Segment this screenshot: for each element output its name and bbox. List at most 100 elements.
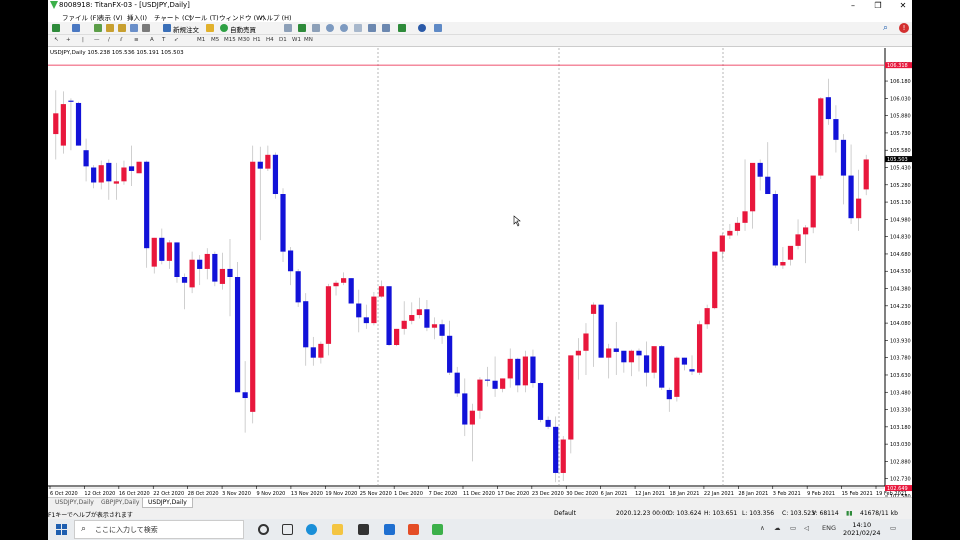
auto-trade-button[interactable]: 自動売買 [230, 24, 256, 34]
arrow-icon[interactable]: ➶ [174, 37, 179, 43]
tab-usdjpy-1[interactable]: USDJPY,Daily [50, 498, 99, 508]
vertical-line-icon[interactable]: | [82, 37, 84, 43]
candle-body-down [765, 176, 771, 195]
candle-body-down [659, 346, 665, 388]
cursor-icon[interactable]: ↖ [54, 37, 59, 43]
bar-chart-icon[interactable] [284, 24, 292, 32]
candle-body-up [60, 104, 66, 146]
trendline-icon[interactable]: / [108, 37, 110, 43]
tf-d1[interactable]: D1 [279, 37, 287, 43]
file-explorer-icon[interactable] [332, 524, 343, 535]
chart-shift-icon[interactable] [368, 24, 376, 32]
office-icon[interactable] [408, 524, 419, 535]
new-order-button[interactable]: 新規注文 [173, 24, 199, 34]
tray-lang[interactable]: ENG [822, 524, 836, 532]
candle-body-up [803, 227, 809, 235]
menu-file[interactable]: ファイル (F) [62, 12, 99, 22]
tile-windows-icon[interactable] [354, 24, 362, 32]
auto-trade-icon[interactable] [220, 24, 228, 32]
menu-view[interactable]: 表示 (V) [98, 12, 123, 22]
tab-gbpjpy[interactable]: GBPJPY,Daily [96, 498, 144, 508]
current-price-tag-label: 105.503 [887, 157, 908, 163]
candlestick-icon[interactable] [298, 24, 306, 32]
menu-chart[interactable]: チャート (C) [154, 12, 192, 22]
autoscroll-icon[interactable] [382, 24, 390, 32]
candle-body-down [363, 317, 369, 324]
tf-m30[interactable]: M30 [238, 37, 250, 43]
notifications-badge[interactable]: ! [899, 23, 909, 33]
edge-icon[interactable] [306, 524, 317, 535]
candle-body-up [674, 357, 680, 397]
candle-body-up [818, 98, 824, 176]
candle-body-up [522, 356, 528, 386]
menu-window[interactable]: ウィンドウ (W) [219, 12, 265, 22]
chart-window[interactable]: 106.330106.180106.030105.880105.730105.5… [48, 48, 912, 500]
tray-chevron-icon[interactable]: ∧ [760, 524, 765, 532]
tray-cloud-icon[interactable]: ☁ [774, 524, 781, 532]
status-bar: F1キーでヘルプが表示されます Default 2020.12.23 00:00… [48, 508, 912, 519]
price-tick-label: 105.580 [890, 148, 911, 154]
price-tick-label: 103.030 [890, 442, 911, 448]
taskbar-clock[interactable]: 14:10 2021/02/24 [843, 521, 880, 537]
menu-tools[interactable]: ツール (T) [188, 12, 219, 22]
notification-center-icon[interactable]: ▭ [890, 524, 896, 532]
text-icon[interactable]: A [150, 37, 154, 43]
templates-icon[interactable] [434, 24, 442, 32]
tester-icon[interactable] [142, 24, 150, 32]
candle-body-down [484, 379, 491, 381]
mt4-taskbar-icon[interactable] [432, 524, 443, 535]
market-watch-icon[interactable] [94, 24, 102, 32]
zoom-in-icon[interactable] [326, 24, 334, 32]
horizontal-line-icon[interactable]: — [94, 37, 100, 43]
crosshair-icon[interactable]: + [66, 37, 71, 43]
tf-m1[interactable]: M1 [197, 37, 205, 43]
candle-body-up [590, 304, 597, 314]
price-chart[interactable]: 106.330106.180106.030105.880105.730105.5… [48, 48, 912, 500]
candle-body-up [394, 328, 400, 346]
menu-bar: ファイル (F) 表示 (V) 挿入(I) チャート (C) ツール (T) ウ… [48, 11, 912, 22]
candle-body-down [106, 162, 112, 182]
tf-w1[interactable]: W1 [292, 37, 301, 43]
meta-editor-icon[interactable] [206, 24, 214, 32]
status-open: O: 103.624 [668, 510, 702, 517]
new-chart-icon[interactable] [52, 24, 60, 32]
terminal-icon[interactable] [130, 24, 138, 32]
channel-icon[interactable]: ⫽ [120, 37, 122, 44]
label-icon[interactable]: T [162, 37, 165, 43]
menu-help[interactable]: ヘルプ (H) [260, 12, 292, 22]
line-chart-icon[interactable] [312, 24, 320, 32]
taskbar-search[interactable]: ⌕ ここに入力して検索 [74, 520, 244, 539]
candle-body-up [378, 286, 385, 297]
data-window-icon[interactable] [106, 24, 114, 32]
windows-start-icon[interactable] [56, 524, 67, 535]
candle-body-down [234, 277, 241, 393]
tf-mn[interactable]: MN [304, 37, 313, 43]
store-icon[interactable] [358, 524, 369, 535]
tf-h4[interactable]: H4 [266, 37, 274, 43]
tray-network-icon[interactable]: ▭ [790, 524, 796, 532]
tray-volume-icon[interactable]: ◁ [804, 524, 809, 532]
close-button[interactable]: ✕ [888, 0, 918, 11]
profiles-icon[interactable] [72, 24, 80, 32]
tf-h1[interactable]: H1 [253, 37, 261, 43]
task-view-icon[interactable] [282, 524, 293, 535]
tf-m5[interactable]: M5 [211, 37, 219, 43]
candle-body-up [250, 161, 256, 412]
fibo-icon[interactable]: ≡ [134, 37, 139, 43]
menu-insert[interactable]: 挿入(I) [127, 12, 147, 22]
tab-usdjpy-2[interactable]: USDJPY,Daily [142, 498, 193, 508]
tf-m15[interactable]: M15 [224, 37, 236, 43]
candle-body-down [91, 167, 97, 183]
candle-body-down [545, 419, 551, 427]
candle-body-down [598, 304, 604, 358]
status-low: L: 103.356 [742, 510, 775, 517]
periods-icon[interactable] [418, 24, 426, 32]
indicators-icon[interactable] [398, 24, 406, 32]
new-order-icon[interactable] [163, 24, 171, 32]
candle-body-down [636, 350, 642, 356]
cortana-icon[interactable] [258, 524, 269, 535]
navigator-icon[interactable] [118, 24, 126, 32]
mail-icon[interactable] [384, 524, 395, 535]
help-search-icon[interactable]: ⌕ [883, 23, 888, 33]
zoom-out-icon[interactable] [340, 24, 348, 32]
